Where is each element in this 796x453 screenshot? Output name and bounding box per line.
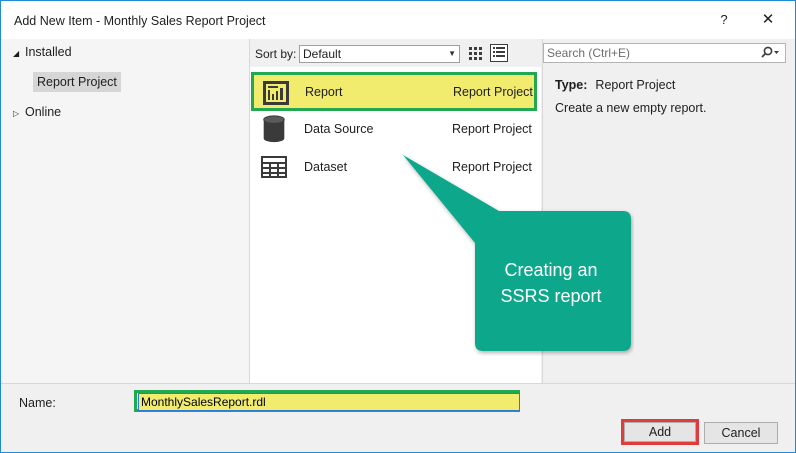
expanded-arrow-icon[interactable]: ◢ [13,44,25,64]
tree-item-label: Installed [25,45,72,59]
medium-icons-view-button[interactable] [466,44,484,62]
collapsed-arrow-icon[interactable]: ▷ [13,104,25,124]
list-item-data-source[interactable]: Data Source Report Project [250,110,538,148]
callout-text: Creating an SSRS report [477,257,625,309]
item-type-description: Type: Report Project [555,78,675,92]
dataset-icon [261,156,287,178]
search-icon[interactable] [759,46,781,60]
report-icon [263,81,289,105]
list-item-report[interactable]: Report Report Project [251,72,537,111]
tree-item-online[interactable]: ▷ Online [13,102,61,122]
close-button[interactable]: ✕ [756,9,780,31]
chevron-down-icon: ▼ [448,49,456,58]
tree-item-report-project[interactable]: Report Project [33,72,121,92]
callout-annotation [403,155,631,351]
item-type: Report Project [453,85,533,99]
sort-by-value: Default [303,47,342,61]
sort-by-dropdown[interactable]: Default ▼ [299,45,460,63]
tree-item-installed[interactable]: ◢ Installed [13,42,72,62]
item-name: Data Source [304,122,374,136]
title-bar: Add New Item - Monthly Sales Report Proj… [1,1,795,39]
callout-line-1: Creating an [504,260,598,280]
item-description: Create a new empty report. [555,101,707,115]
add-button[interactable]: Add [624,422,696,442]
name-input[interactable] [138,393,520,411]
sort-toolbar: Sort by: Default ▼ [250,39,541,67]
category-tree: ◢ Installed Report Project ▷ Online [1,39,250,383]
callout-line-2: SSRS report [500,286,602,306]
add-new-item-dialog: Add New Item - Monthly Sales Report Proj… [0,0,796,453]
data-source-icon [263,115,285,143]
help-button[interactable]: ? [712,9,736,31]
search-box[interactable] [543,43,786,63]
cancel-button[interactable]: Cancel [704,422,778,444]
item-type: Report Project [452,122,532,136]
name-label: Name: [19,396,56,410]
grid-view-icon [469,47,482,60]
bottom-bar: Name: Add Cancel [1,383,795,452]
name-field-highlight [134,390,520,412]
type-label: Type: [555,78,588,92]
type-value: Report Project [595,78,676,92]
dialog-title: Add New Item - Monthly Sales Report Proj… [14,14,266,28]
sort-by-label: Sort by: [255,47,297,61]
item-name: Dataset [304,160,348,174]
search-input[interactable] [547,45,747,61]
list-view-button[interactable] [490,44,508,62]
tree-item-label: Online [25,105,62,119]
item-name: Report [305,85,343,99]
list-view-icon [493,47,505,57]
